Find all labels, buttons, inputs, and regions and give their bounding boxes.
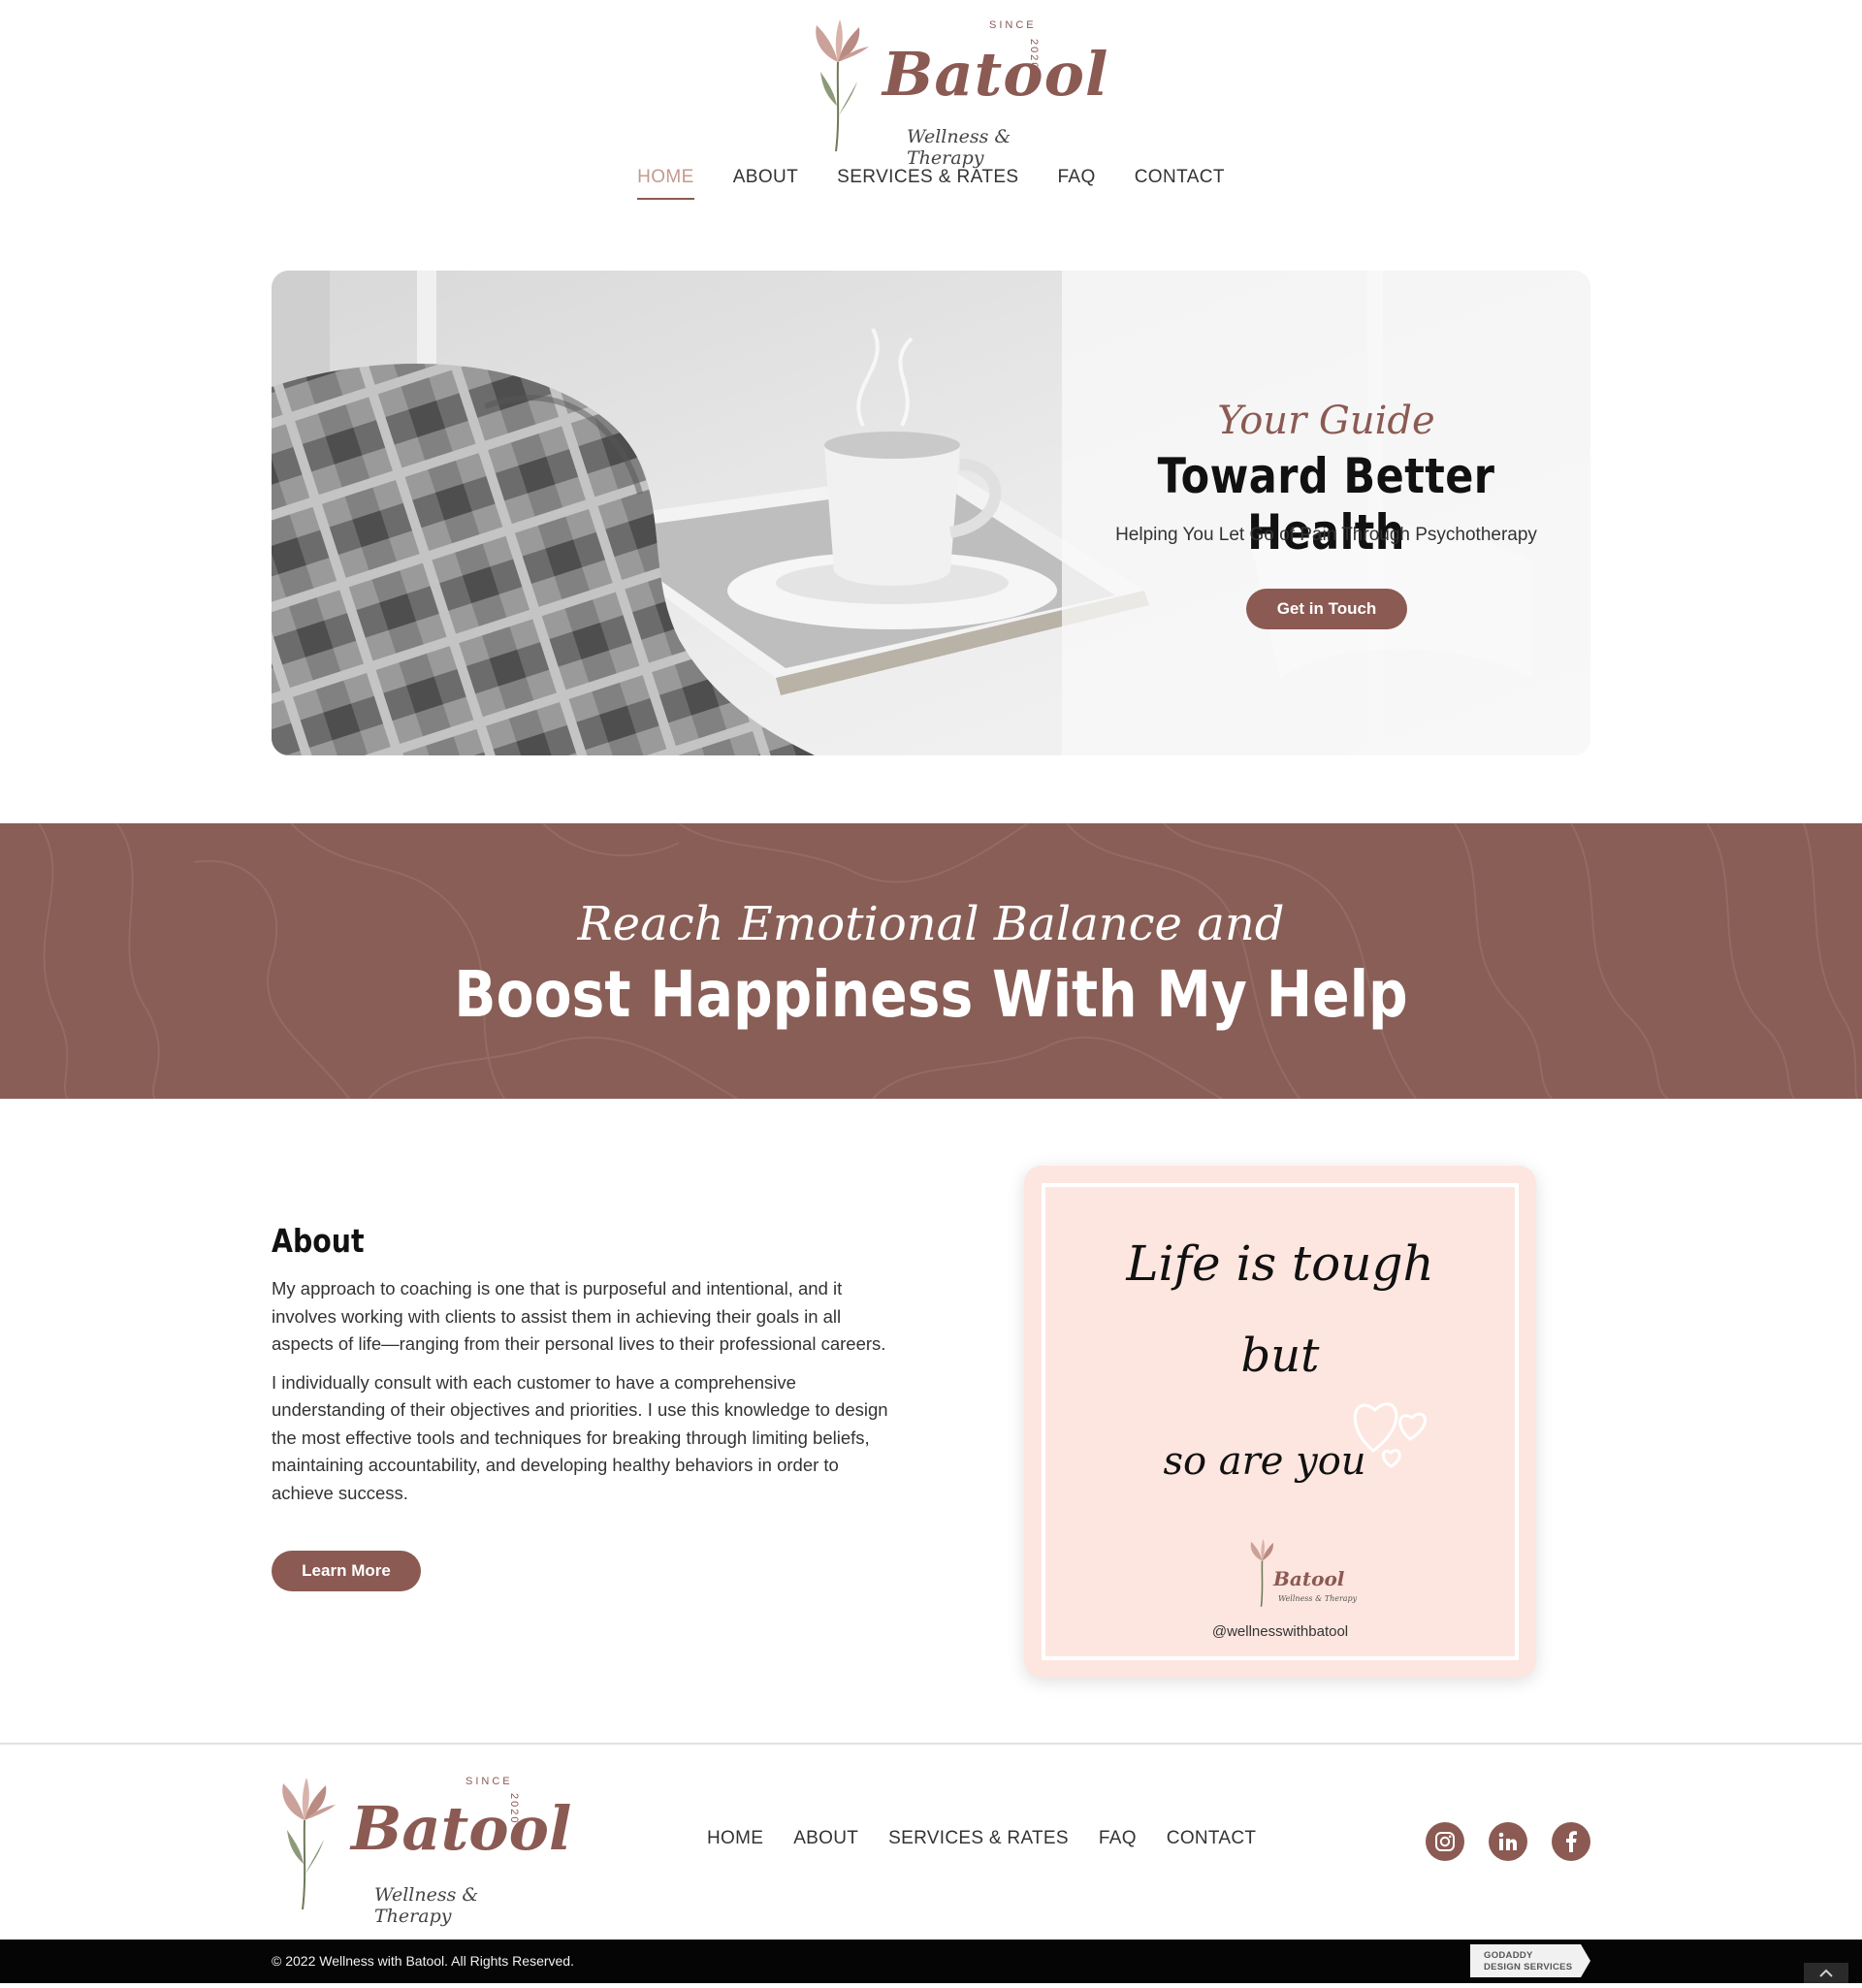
quote-line-3: so are you (1163, 1439, 1366, 1484)
brand-name: Batool (883, 39, 1109, 110)
godaddy-badge-line-2: DESIGN SERVICES (1484, 1962, 1573, 1972)
brand-year: 2020 (1028, 39, 1040, 71)
footer-nav-contact[interactable]: CONTACT (1167, 1828, 1257, 1849)
site-header: Batool SINCE 2020 Wellness & Therapy HOM… (0, 0, 1862, 223)
quote-line-1: Life is tough (1126, 1235, 1434, 1292)
banner-heading: Boost Happiness With My Help (454, 957, 1408, 1032)
footer-brand-tagline: Wellness & Therapy (374, 1884, 479, 1927)
site-footer: Batool SINCE 2020 Wellness & Therapy HOM… (0, 1743, 1862, 1940)
get-in-touch-button[interactable]: Get in Touch (1246, 589, 1407, 629)
copyright-bar: © 2022 Wellness with Batool. All Rights … (0, 1940, 1862, 1983)
learn-more-button[interactable]: Learn More (272, 1551, 421, 1591)
footer-brand-year: 2020 (508, 1793, 520, 1825)
nav-services-rates[interactable]: SERVICES & RATES (837, 167, 1018, 200)
flower-icon (282, 1778, 336, 1910)
flower-icon (816, 19, 869, 152)
happiness-banner: Reach Emotional Balance and Boost Happin… (0, 823, 1862, 1099)
brand-since: SINCE (989, 19, 1037, 31)
brand-tagline: Wellness & Therapy (907, 126, 1011, 169)
nav-faq[interactable]: FAQ (1057, 167, 1095, 200)
about-paragraph-1: My approach to coaching is one that is p… (272, 1278, 886, 1354)
footer-nav: HOME ABOUT SERVICES & RATES FAQ CONTACT (707, 1828, 1256, 1849)
hero-section: Your Guide Toward Better Health Helping … (272, 271, 1590, 755)
footer-nav-faq[interactable]: FAQ (1099, 1828, 1137, 1849)
footer-brand-since: SINCE (466, 1776, 513, 1787)
hero-subheading: Helping You Let Go of Pain Through Psych… (1115, 525, 1537, 545)
nav-home[interactable]: HOME (637, 167, 694, 200)
about-section: About My approach to coaching is one tha… (272, 1222, 902, 1591)
footer-nav-services-rates[interactable]: SERVICES & RATES (888, 1828, 1069, 1849)
quote-card: Life is tough but so are you Batool Well… (1024, 1166, 1536, 1678)
about-paragraph-2: I individually consult with each custome… (272, 1371, 888, 1503)
godaddy-badge-line-1: GODADDY (1484, 1950, 1533, 1961)
nav-about[interactable]: ABOUT (733, 167, 798, 200)
footer-brand-name: Batool (351, 1793, 572, 1864)
about-title: About (272, 1222, 365, 1260)
copyright-text: © 2022 Wellness with Batool. All Rights … (272, 1953, 574, 1969)
social-handle: @wellnesswithbatool (1211, 1623, 1349, 1640)
footer-nav-home[interactable]: HOME (707, 1828, 763, 1849)
scroll-to-top-button[interactable] (1804, 1963, 1848, 1983)
banner-script-title: Reach Emotional Balance and (577, 897, 1285, 951)
linkedin-icon[interactable] (1489, 1822, 1527, 1861)
instagram-icon[interactable] (1426, 1822, 1464, 1861)
godaddy-badge[interactable]: GODADDY DESIGN SERVICES (1470, 1944, 1590, 1977)
facebook-icon[interactable] (1552, 1822, 1590, 1861)
main-nav: HOME ABOUT SERVICES & RATES FAQ CONTACT (0, 167, 1862, 200)
nav-contact[interactable]: CONTACT (1135, 167, 1225, 200)
quote-line-2: but (1240, 1329, 1320, 1383)
brand-logo[interactable]: Batool SINCE 2020 Wellness & Therapy (805, 10, 1108, 169)
card-brand-name: Batool (1273, 1567, 1345, 1590)
footer-logo[interactable]: Batool SINCE 2020 Wellness & Therapy (272, 1764, 571, 1927)
footer-nav-about[interactable]: ABOUT (793, 1828, 858, 1849)
hearts-icon (1353, 1402, 1427, 1468)
card-brand-tagline: Wellness & Therapy (1278, 1594, 1358, 1603)
hero-script-title: Your Guide (1217, 399, 1435, 443)
